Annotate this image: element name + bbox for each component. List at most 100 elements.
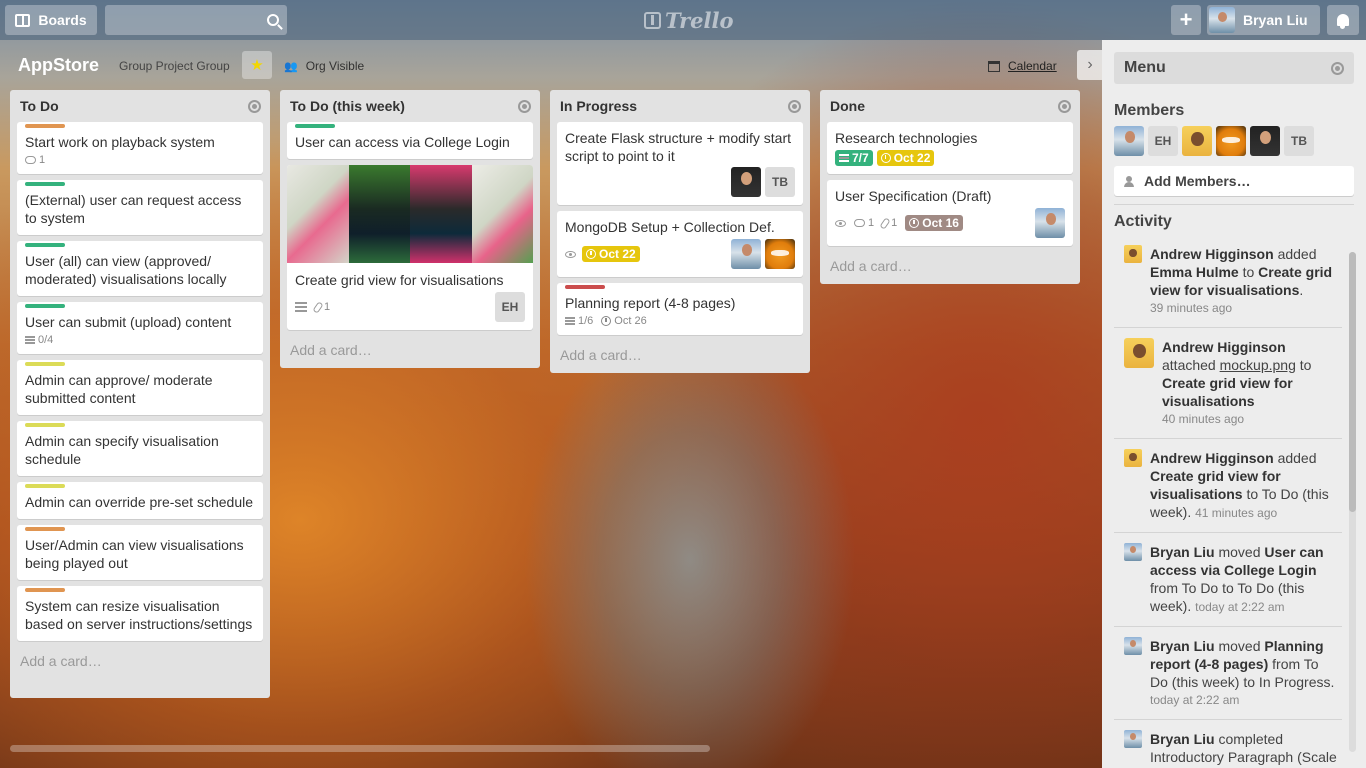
card[interactable]: (External) user can request access to sy… xyxy=(17,180,263,235)
clock-icon xyxy=(909,218,920,228)
trello-logo[interactable]: Trello xyxy=(644,7,734,33)
avatar[interactable] xyxy=(1124,543,1142,561)
activity-time: today at 2:22 am xyxy=(1150,693,1240,707)
avatar[interactable] xyxy=(1124,449,1142,467)
board-org[interactable]: Group Project Group xyxy=(119,59,230,73)
list-menu-icon[interactable] xyxy=(248,99,261,113)
calendar-icon xyxy=(988,60,1000,72)
menu-title: Menu xyxy=(1124,59,1166,76)
attachment-link[interactable]: mockup.png xyxy=(1220,357,1296,373)
card[interactable]: Start work on playback system 1 xyxy=(17,122,263,174)
list-menu-icon[interactable] xyxy=(788,99,801,113)
menu-header: Menu xyxy=(1114,52,1354,84)
search-icon xyxy=(267,14,279,26)
clock-icon xyxy=(880,153,891,163)
card[interactable]: Create Flask structure + modify start sc… xyxy=(557,122,803,205)
member-avatar[interactable]: TB xyxy=(765,167,795,197)
member-avatar[interactable] xyxy=(731,167,761,197)
card[interactable]: User can submit (upload) content 0/4 xyxy=(17,302,263,354)
board-title[interactable]: AppStore xyxy=(18,55,99,76)
boards-icon xyxy=(15,13,31,27)
notifications-button[interactable] xyxy=(1327,5,1359,35)
member-avatar[interactable]: TB xyxy=(1284,126,1314,156)
list-menu-icon[interactable] xyxy=(518,99,531,113)
card-title: Admin can specify visualisation schedule xyxy=(25,433,219,467)
user-menu-button[interactable]: Bryan Liu xyxy=(1207,5,1320,35)
member-avatar[interactable] xyxy=(1250,126,1280,156)
top-header: Boards Trello + Bryan Liu xyxy=(0,0,1366,40)
card-label xyxy=(25,124,65,128)
sidebar-menu: Menu Members EH TB Add Members… Activity… xyxy=(1102,40,1366,768)
avatar[interactable] xyxy=(1124,637,1142,655)
visibility-button[interactable]: 👥 Org Visible xyxy=(284,59,364,73)
add-button[interactable]: + xyxy=(1171,5,1201,35)
comment-icon xyxy=(854,219,865,227)
activity-card-link[interactable]: Create grid view for visualisations xyxy=(1162,375,1293,409)
card[interactable]: User can access via College Login xyxy=(287,122,533,159)
avatar[interactable] xyxy=(1124,245,1142,263)
visibility-label: Org Visible xyxy=(305,59,365,73)
menu-options-icon[interactable] xyxy=(1331,61,1344,75)
star-icon[interactable]: ★ xyxy=(242,51,272,79)
checklist-icon xyxy=(839,154,849,162)
logo-text: Trello xyxy=(665,7,734,33)
card[interactable]: Create grid view for visualisations 1 EH xyxy=(287,165,533,330)
add-card-link[interactable]: Add a card… xyxy=(557,341,803,367)
avatar[interactable] xyxy=(1124,338,1154,368)
checklist-badge: 0/4 xyxy=(25,334,53,346)
trello-logo-icon xyxy=(644,11,661,29)
card[interactable]: Planning report (4-8 pages) 1/6 Oct 26 xyxy=(557,283,803,335)
card-label xyxy=(565,285,605,289)
checklist-icon xyxy=(565,317,575,325)
member-avatar[interactable] xyxy=(1114,126,1144,156)
activity-item: Bryan Liu moved Planning report (4-8 pag… xyxy=(1114,627,1342,720)
member-avatar[interactable] xyxy=(765,239,795,269)
checklist-icon xyxy=(25,336,35,344)
card[interactable]: Admin can specify visualisation schedule xyxy=(17,421,263,476)
calendar-button[interactable]: Calendar xyxy=(988,59,1057,73)
activity-item: Bryan Liu moved User can access via Coll… xyxy=(1114,533,1342,627)
comments-badge: 1 xyxy=(854,217,874,229)
member-avatar[interactable] xyxy=(1035,208,1065,238)
clock-icon xyxy=(601,316,612,326)
add-members-button[interactable]: Add Members… xyxy=(1114,166,1354,196)
add-card-link[interactable]: Add a card… xyxy=(17,647,263,673)
list-menu-icon[interactable] xyxy=(1058,99,1071,113)
member-avatar[interactable]: EH xyxy=(495,292,525,322)
card[interactable]: System can resize visualisation based on… xyxy=(17,586,263,641)
member-avatar[interactable]: EH xyxy=(1148,126,1178,156)
due-date-badge: Oct 16 xyxy=(905,215,963,231)
sidebar-scrollbar[interactable] xyxy=(1349,252,1356,752)
due-date-badge: Oct 22 xyxy=(582,246,640,262)
add-card-link[interactable]: Add a card… xyxy=(827,252,1073,278)
card-title: Create Flask structure + modify start sc… xyxy=(565,130,792,164)
members-title: Members xyxy=(1114,102,1185,119)
card-label xyxy=(25,243,65,247)
watch-icon xyxy=(565,250,576,258)
avatar[interactable] xyxy=(1124,730,1142,748)
list-title: In Progress xyxy=(560,98,638,114)
card[interactable]: Research technologies 7/7 Oct 22 xyxy=(827,122,1073,174)
card-title: User (all) can view (approved/ moderated… xyxy=(25,253,227,287)
chevron-right-icon[interactable]: › xyxy=(1077,50,1103,80)
card[interactable]: User/Admin can view visualisations being… xyxy=(17,525,263,580)
card[interactable]: MongoDB Setup + Collection Def. Oct 22 xyxy=(557,211,803,277)
card[interactable]: User (all) can view (approved/ moderated… xyxy=(17,241,263,296)
card-label xyxy=(25,304,65,308)
due-date-badge: Oct 22 xyxy=(876,150,935,166)
activity-time: 39 minutes ago xyxy=(1150,301,1233,315)
horizontal-scrollbar[interactable] xyxy=(10,745,710,752)
boards-button[interactable]: Boards xyxy=(5,5,97,35)
card-label xyxy=(25,362,65,366)
activity-title: Activity xyxy=(1114,213,1172,230)
member-avatar[interactable] xyxy=(1182,126,1212,156)
member-avatar[interactable] xyxy=(1216,126,1246,156)
card[interactable]: User Specification (Draft) 1 1 Oct 16 xyxy=(827,180,1073,246)
member-avatar[interactable] xyxy=(731,239,761,269)
card[interactable]: Admin can override pre-set schedule xyxy=(17,482,263,519)
activity-feed: Andrew Higginson added Emma Hulme to Cre… xyxy=(1114,235,1354,768)
add-card-link[interactable]: Add a card… xyxy=(287,336,533,362)
search-input[interactable] xyxy=(105,5,287,35)
card-title: Research technologies xyxy=(835,130,978,146)
card[interactable]: Admin can approve/ moderate submitted co… xyxy=(17,360,263,415)
